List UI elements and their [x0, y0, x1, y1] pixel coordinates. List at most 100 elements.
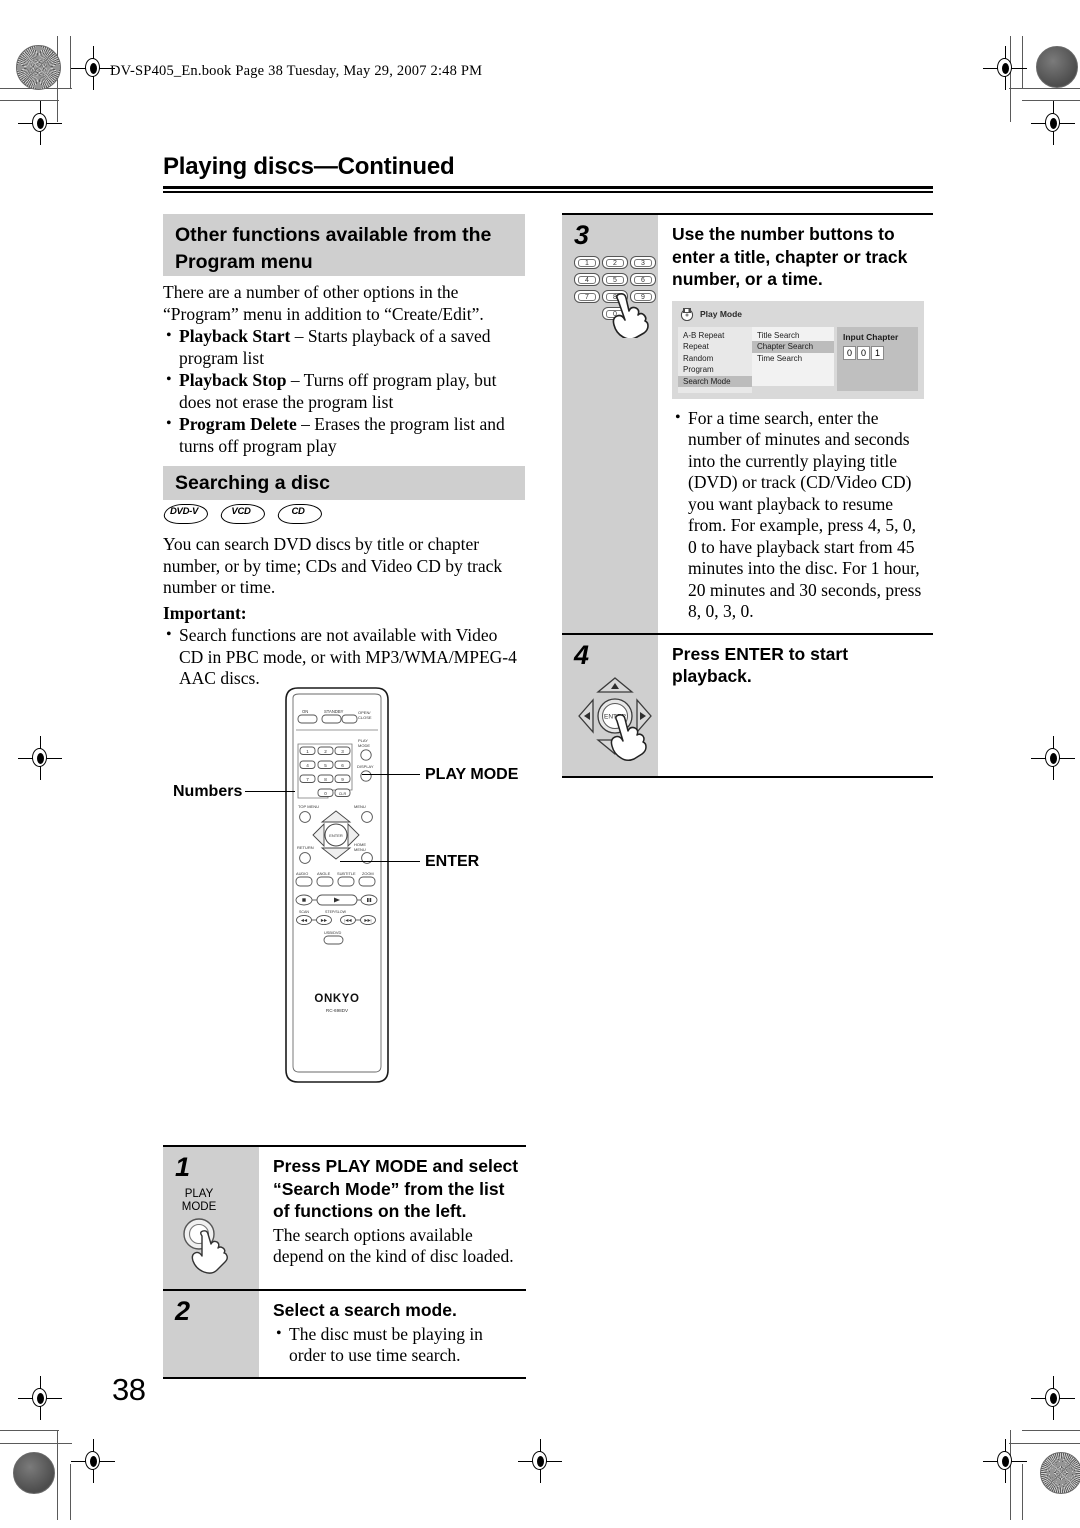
osd-digit[interactable]: 0	[843, 345, 856, 360]
step-number: 3	[574, 220, 590, 250]
bullet-term: Program Delete	[179, 414, 297, 434]
disc-badge-label: DVD-V	[169, 506, 199, 517]
list-item: Playback Start – Starts playback of a sa…	[163, 325, 526, 369]
svg-text:0: 0	[324, 791, 327, 796]
svg-text:▶▶|: ▶▶|	[364, 918, 371, 923]
searching-disc-intro: You can search DVD discs by title or cha…	[163, 534, 503, 597]
important-bullet-list: Search functions are not available with …	[163, 624, 526, 690]
osd-title-row: Play Mode	[680, 307, 742, 321]
svg-text:3: 3	[341, 749, 344, 754]
svg-text:SCAN: SCAN	[299, 910, 309, 914]
svg-text:9: 9	[341, 777, 344, 782]
svg-text:CLOSE: CLOSE	[358, 715, 372, 720]
keypad-zero-wrapper: 0	[602, 307, 658, 320]
osd-submenu-item[interactable]: Title Search	[752, 330, 834, 342]
keypad-grid: 1 2 3 4 5 6 7 8 9	[574, 256, 658, 303]
step-subtext: The search options available depend on t…	[273, 1224, 514, 1267]
banner-line-2: Program menu	[175, 251, 313, 273]
step-body: Use the number buttons to enter a title,…	[658, 215, 933, 633]
step-number-cell: 1 PLAY MODE	[163, 1147, 259, 1289]
osd-digit[interactable]: 1	[871, 345, 884, 360]
osd-input-panel: Input Chapter 0 0 1	[837, 326, 918, 391]
svg-text:STEP/SLOW: STEP/SLOW	[325, 910, 347, 914]
osd-digit[interactable]: 0	[857, 345, 870, 360]
svg-text:1: 1	[306, 749, 309, 754]
program-menu-intro-block: There are a number of other options in t…	[163, 282, 526, 457]
right-step-table: 3 1 2 3 4 5 6 7 8 9 0 Use the number but…	[562, 213, 933, 778]
osd-menu-item-selected[interactable]: Search Mode	[678, 375, 752, 387]
vcd-disc-icon: VCD	[219, 504, 267, 524]
svg-text:ON: ON	[302, 709, 308, 714]
svg-text:TOP MENU: TOP MENU	[298, 804, 319, 809]
header-rule-thick	[163, 186, 933, 189]
left-step-table: 1 PLAY MODE Press PLAY MODE and select “…	[163, 1145, 526, 1379]
svg-text:RETURN: RETURN	[297, 845, 314, 850]
remote-control-svg: ON STANDBY OPEN/ CLOSE PLAY MODE DISPLAY	[285, 687, 389, 1083]
step-number: 1	[175, 1152, 191, 1182]
keypad-key: 4	[574, 273, 600, 286]
svg-text:ANGLE: ANGLE	[317, 871, 331, 876]
number-keypad-graphic: 1 2 3 4 5 6 7 8 9 0	[574, 256, 658, 338]
osd-menu-item[interactable]: Random	[678, 353, 752, 365]
section-banner-searching-a-disc: Searching a disc	[163, 466, 525, 500]
svg-text:6: 6	[341, 763, 344, 768]
disc-badge-label: VCD	[231, 506, 251, 517]
play-mode-label-line1: PLAY	[184, 1188, 214, 1200]
list-item: Program Delete – Erases the program list…	[163, 413, 526, 457]
keypad-key-label: 1	[578, 258, 596, 267]
step-row: 2 Select a search mode. The disc must be…	[163, 1289, 526, 1379]
step3-bullet-list: For a time search, enter the number of m…	[672, 407, 927, 623]
svg-text:CLR: CLR	[339, 792, 347, 796]
leader-line-enter	[340, 861, 420, 863]
svg-text:4: 4	[306, 763, 309, 768]
keypad-key-label: 2	[606, 258, 624, 267]
svg-text:7: 7	[306, 777, 309, 782]
step-bullet-list: The disc must be playing in order to use…	[273, 1323, 520, 1367]
important-label: Important:	[163, 602, 247, 623]
osd-input-caption: Input Chapter	[843, 331, 899, 342]
svg-text:◀◀: ◀◀	[301, 918, 308, 923]
page-title: Playing discs	[163, 153, 314, 180]
callout-play-mode: PLAY MODE	[425, 766, 519, 783]
osd-menu-item[interactable]: A-B Repeat	[678, 330, 752, 342]
bullet-term: Playback Stop	[179, 370, 287, 390]
keypad-key: 3	[630, 256, 656, 269]
list-item: Search functions are not available with …	[163, 624, 526, 690]
disc-type-badges: DVD-V VCD CD	[162, 504, 324, 524]
svg-text:MODE: MODE	[358, 743, 370, 748]
hand-pressing-button-icon	[183, 1218, 228, 1274]
svg-text:RC-698DV: RC-698DV	[326, 1008, 349, 1013]
callout-enter: ENTER	[425, 853, 480, 870]
step-number: 4	[574, 639, 590, 670]
list-item: For a time search, enter the number of m…	[672, 407, 927, 623]
page-number: 38	[112, 1372, 146, 1407]
keypad-key: 1	[574, 256, 600, 269]
osd-submenu-item[interactable]: Time Search	[752, 353, 834, 365]
osd-menu-item[interactable]: Program	[678, 364, 752, 376]
step-number-cell: 4 ENTER	[562, 634, 658, 776]
svg-text:USB/DVD: USB/DVD	[324, 930, 341, 935]
d-pad-graphic: ENTER	[574, 674, 666, 762]
bullet-dash: –	[296, 414, 315, 434]
searching-disc-intro-block: You can search DVD discs by title or cha…	[163, 534, 526, 690]
keypad-key-label: 4	[578, 275, 596, 284]
svg-text:▶▶: ▶▶	[321, 918, 328, 923]
svg-text:8: 8	[324, 777, 327, 782]
play-mode-disc-icon	[680, 307, 695, 321]
svg-text:DISPLAY: DISPLAY	[357, 764, 374, 769]
list-item: The disc must be playing in order to use…	[273, 1323, 520, 1367]
svg-text:ZOOM: ZOOM	[362, 871, 374, 876]
keypad-key-label: 8	[606, 292, 624, 301]
step-heading: Select a search mode.	[273, 1300, 457, 1320]
list-item: Playback Stop – Turns off program play, …	[163, 369, 526, 413]
osd-menu-item[interactable]: Repeat	[678, 341, 752, 353]
banner-line-1: Other functions available from the	[175, 224, 492, 246]
page-content: Playing discs—Continued Other functions …	[0, 0, 1080, 1528]
osd-submenu-item-selected[interactable]: Chapter Search	[752, 341, 834, 353]
bullet-dash: –	[286, 370, 304, 390]
bullet-dash: –	[290, 326, 308, 346]
keypad-key-label: 6	[634, 275, 652, 284]
cd-disc-icon: CD	[276, 504, 324, 524]
svg-text:ONKYO: ONKYO	[314, 993, 359, 1005]
play-mode-button-graphic: PLAY MODE	[175, 1188, 251, 1283]
